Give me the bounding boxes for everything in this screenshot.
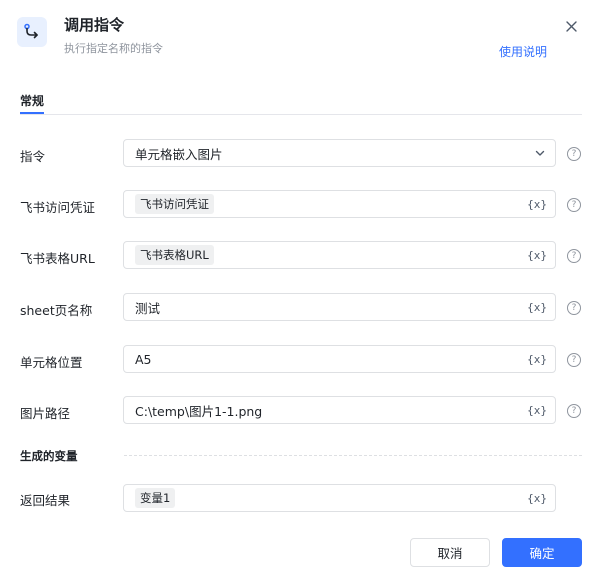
- command-select-value: 单元格嵌入图片: [135, 146, 223, 162]
- image-path-value: C:\temp\图片1-1.png: [135, 403, 263, 419]
- output-section-title: 生成的变量: [20, 449, 78, 463]
- image-path-help-icon[interactable]: ?: [567, 404, 581, 418]
- image-path-input[interactable]: C:\temp\图片1-1.png {x}: [123, 396, 556, 424]
- return-result-label: 返回结果: [20, 493, 71, 508]
- credential-field[interactable]: 飞书访问凭证 {x}: [123, 190, 556, 218]
- tab-divider: [20, 114, 582, 115]
- sheet-name-value: 测试: [135, 300, 161, 316]
- sheet-url-variable-chip: 飞书表格URL: [135, 245, 214, 265]
- section-divider: [124, 455, 582, 456]
- cell-position-label: 单元格位置: [20, 355, 83, 370]
- variable-icon[interactable]: {x}: [527, 301, 547, 314]
- command-label: 指令: [20, 149, 46, 164]
- credential-help-icon[interactable]: ?: [567, 198, 581, 212]
- tab-general[interactable]: 常规: [20, 92, 44, 109]
- return-result-variable-chip: 变量1: [135, 488, 176, 508]
- dialog-subtitle: 执行指定名称的指令: [64, 42, 163, 55]
- chevron-down-icon: [535, 150, 545, 156]
- cancel-button[interactable]: 取消: [410, 538, 490, 567]
- command-select[interactable]: 单元格嵌入图片: [123, 139, 556, 167]
- variable-icon[interactable]: {x}: [527, 492, 547, 505]
- image-path-label: 图片路径: [20, 406, 71, 421]
- variable-icon[interactable]: {x}: [527, 249, 547, 262]
- cell-position-help-icon[interactable]: ?: [567, 353, 581, 367]
- variable-icon[interactable]: {x}: [527, 198, 547, 211]
- variable-icon[interactable]: {x}: [527, 353, 547, 366]
- close-icon[interactable]: [562, 17, 580, 35]
- flow-arrow-icon: [17, 17, 47, 47]
- credential-label: 飞书访问凭证: [20, 200, 96, 215]
- return-result-field[interactable]: 变量1 {x}: [123, 484, 556, 512]
- variable-icon[interactable]: {x}: [527, 404, 547, 417]
- usage-help-link[interactable]: 使用说明: [499, 43, 547, 60]
- call-command-dialog: 调用指令 执行指定名称的指令 使用说明 常规 指令 单元格嵌入图片 ? 飞书访问…: [0, 0, 602, 587]
- sheet-url-field[interactable]: 飞书表格URL {x}: [123, 241, 556, 269]
- cell-position-value: A5: [135, 351, 152, 367]
- ok-button[interactable]: 确定: [502, 538, 582, 567]
- dialog-title: 调用指令: [64, 16, 125, 34]
- cell-position-input[interactable]: A5 {x}: [123, 345, 556, 373]
- command-help-icon[interactable]: ?: [567, 147, 581, 161]
- sheet-name-label: sheet页名称: [20, 303, 93, 318]
- sheet-url-label: 飞书表格URL: [20, 251, 95, 266]
- sheet-name-input[interactable]: 测试 {x}: [123, 293, 556, 321]
- credential-variable-chip: 飞书访问凭证: [135, 194, 214, 214]
- sheet-name-help-icon[interactable]: ?: [567, 301, 581, 315]
- sheet-url-help-icon[interactable]: ?: [567, 249, 581, 263]
